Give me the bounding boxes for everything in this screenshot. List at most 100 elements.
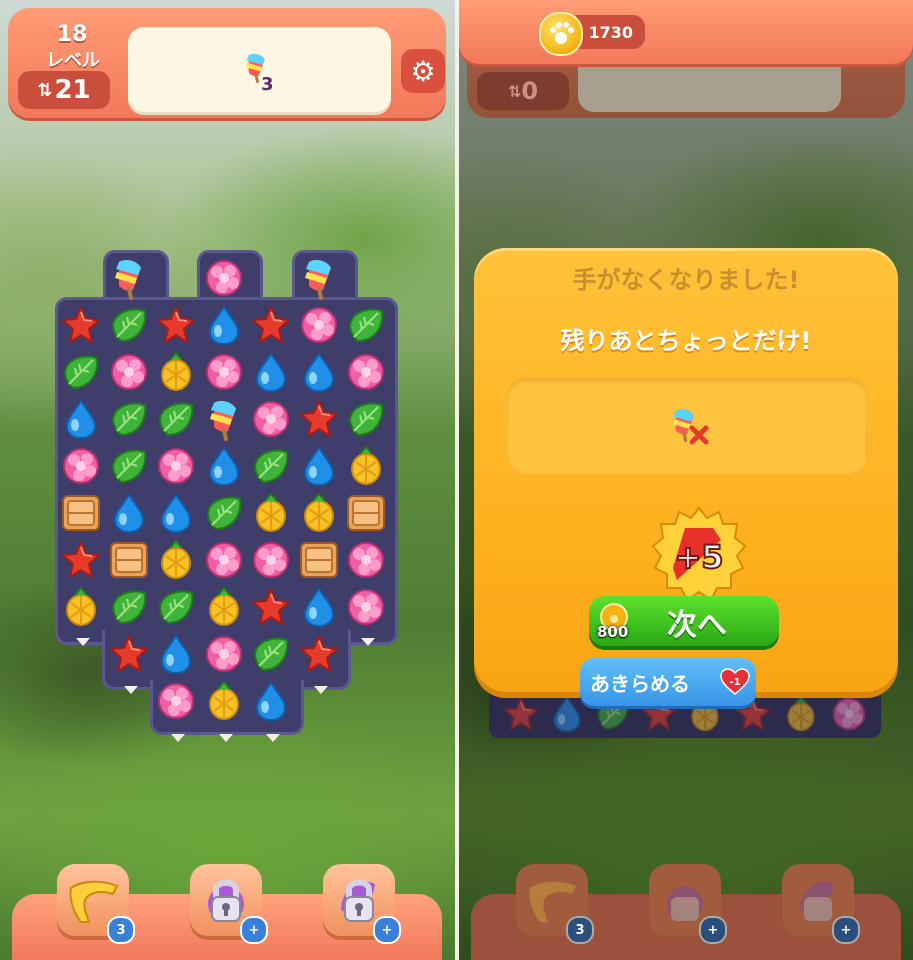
moves-value: 21 xyxy=(54,75,91,105)
star-tile[interactable] xyxy=(297,632,341,676)
pine-tile[interactable] xyxy=(154,538,198,582)
flower-tile[interactable] xyxy=(249,538,293,582)
star-tile[interactable] xyxy=(249,585,293,629)
continue-price: 800 xyxy=(597,623,629,641)
star-tile[interactable] xyxy=(59,538,103,582)
flower-tile[interactable] xyxy=(202,632,246,676)
pine-tile[interactable] xyxy=(249,491,293,535)
booster-locked-1: + xyxy=(649,864,727,944)
drop-tile[interactable] xyxy=(202,303,246,347)
pop-tile[interactable] xyxy=(297,256,341,300)
dialog-subtitle: 残りあとちょっとだけ! xyxy=(560,327,812,355)
leaf-tile[interactable] xyxy=(107,585,151,629)
pine-tile[interactable] xyxy=(344,444,388,488)
leaf-tile[interactable] xyxy=(107,303,151,347)
crate-tile[interactable] xyxy=(344,491,388,535)
leaf-tile[interactable] xyxy=(249,444,293,488)
leaf-tile[interactable] xyxy=(202,491,246,535)
board-edge-spike xyxy=(219,734,233,742)
add-booster-badge[interactable]: + xyxy=(240,916,268,944)
dialog-goal-panel xyxy=(506,378,868,474)
pine-tile[interactable] xyxy=(297,491,341,535)
board-edge-spike xyxy=(314,686,328,694)
flower-tile[interactable] xyxy=(107,350,151,394)
flower-tile[interactable] xyxy=(59,444,103,488)
settings-button[interactable]: ⚙ xyxy=(401,49,445,93)
board-edge-spike xyxy=(76,638,90,646)
flower-tile[interactable] xyxy=(344,350,388,394)
booster-locked-2[interactable]: + xyxy=(323,864,401,944)
board-edge-spike xyxy=(171,734,185,742)
add-booster-badge: + xyxy=(832,916,860,944)
crate-tile[interactable] xyxy=(107,538,151,582)
drop-tile[interactable] xyxy=(297,585,341,629)
leaf-tile[interactable] xyxy=(154,585,198,629)
board-edge-spike xyxy=(124,686,138,694)
crate-tile[interactable] xyxy=(59,491,103,535)
star-tile[interactable] xyxy=(107,632,151,676)
leaf-tile[interactable] xyxy=(344,397,388,441)
drop-tile[interactable] xyxy=(249,350,293,394)
pop-tile[interactable] xyxy=(107,256,151,300)
goal-panel: 3 xyxy=(128,27,391,115)
star-tile[interactable] xyxy=(154,303,198,347)
leaf-tile[interactable] xyxy=(249,632,293,676)
flower-tile[interactable] xyxy=(249,397,293,441)
pine-tile[interactable] xyxy=(154,350,198,394)
pine-tile[interactable] xyxy=(59,585,103,629)
plus5-moves-badge: +5 xyxy=(651,506,747,602)
star-tile[interactable] xyxy=(297,397,341,441)
swap-arrows-icon: ⇅ xyxy=(37,79,53,101)
star-tile[interactable] xyxy=(59,303,103,347)
goal-panel-dimmed xyxy=(578,64,841,112)
out-of-moves-dialog: 手がなくなりました! 残りあとちょっとだけ! +5 800 次へ xyxy=(474,248,898,692)
board-edge-spike xyxy=(266,734,280,742)
leaf-tile[interactable] xyxy=(59,350,103,394)
leaf-tile[interactable] xyxy=(344,303,388,347)
x-mark-icon xyxy=(689,425,709,445)
drop-tile[interactable] xyxy=(249,679,293,723)
flower-tile[interactable] xyxy=(297,303,341,347)
flower-tile[interactable] xyxy=(202,350,246,394)
booster-boomerang: 3 xyxy=(516,864,594,944)
level-label: レベル xyxy=(46,50,100,71)
leaf-tile[interactable] xyxy=(107,444,151,488)
flower-tile[interactable] xyxy=(202,538,246,582)
continue-button[interactable]: 800 次へ xyxy=(589,596,779,646)
flower-tile[interactable] xyxy=(344,538,388,582)
crate-tile[interactable] xyxy=(297,538,341,582)
leaf-tile[interactable] xyxy=(107,397,151,441)
flower-tile[interactable] xyxy=(344,585,388,629)
level-number: 18 xyxy=(56,22,88,47)
flower-tile[interactable] xyxy=(154,679,198,723)
booster-locked-1[interactable]: + xyxy=(190,864,268,944)
add-booster-badge[interactable]: + xyxy=(373,916,401,944)
life-cost: -1 xyxy=(729,677,740,688)
paw-coin-icon xyxy=(539,12,583,56)
pop-tile[interactable] xyxy=(202,397,246,441)
give-up-button[interactable]: あきらめる -1 xyxy=(580,658,756,706)
game-screen-left: 18 レベル ⇅ 21 3 ⚙ 3 + + xyxy=(0,0,455,960)
drop-tile[interactable] xyxy=(202,444,246,488)
booster-locked-2: + xyxy=(782,864,860,944)
leaf-tile[interactable] xyxy=(154,397,198,441)
flower-tile[interactable] xyxy=(202,256,246,300)
dialog-title: 手がなくなりました! xyxy=(572,266,800,294)
booster-count-badge: 3 xyxy=(566,916,594,944)
pine-tile[interactable] xyxy=(202,585,246,629)
drop-tile[interactable] xyxy=(297,444,341,488)
booster-count-badge: 3 xyxy=(107,916,135,944)
drop-tile[interactable] xyxy=(154,491,198,535)
drop-tile[interactable] xyxy=(59,397,103,441)
top-hud: 18 レベル ⇅ 21 3 ⚙ xyxy=(8,8,446,118)
star-tile[interactable] xyxy=(249,303,293,347)
booster-boomerang[interactable]: 3 xyxy=(57,864,135,944)
gear-icon: ⚙ xyxy=(410,54,436,88)
game-screen-right: ⇅ 0 1730 手がなくなりました! 残りあとちょっとだけ! +5 800 次… xyxy=(459,0,913,960)
drop-tile[interactable] xyxy=(297,350,341,394)
pine-tile[interactable] xyxy=(202,679,246,723)
drop-tile[interactable] xyxy=(154,632,198,676)
continue-label: 次へ xyxy=(667,608,727,643)
drop-tile[interactable] xyxy=(107,491,151,535)
flower-tile[interactable] xyxy=(154,444,198,488)
